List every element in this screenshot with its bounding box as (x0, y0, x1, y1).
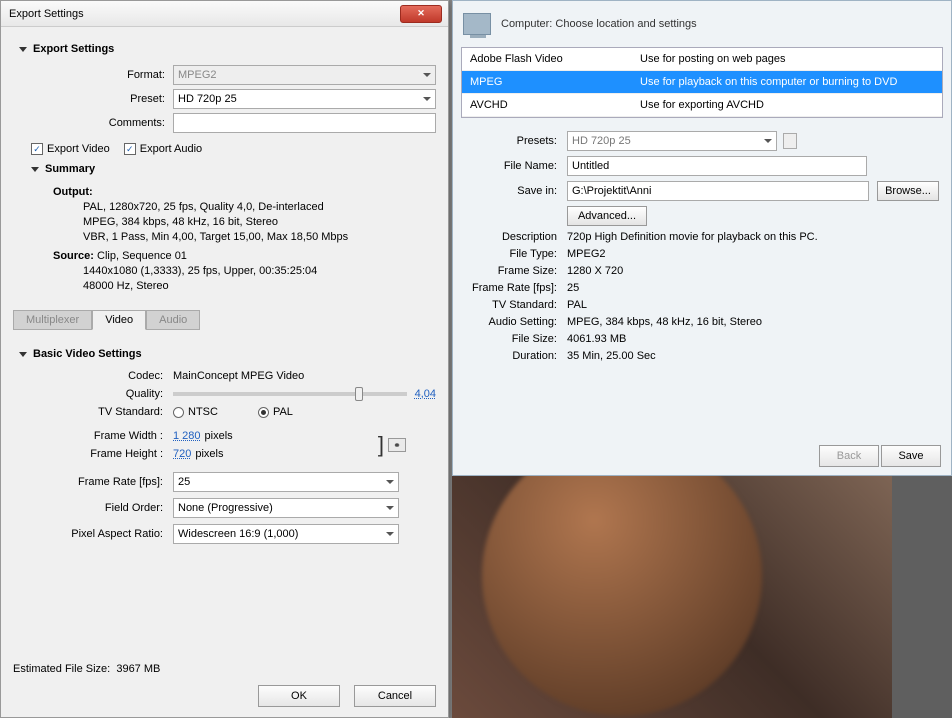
filesize-value: 4061.93 MB (567, 333, 626, 345)
framerate-dropdown[interactable]: 25 (173, 472, 399, 492)
framesize-label: Frame Size: (465, 265, 567, 277)
chevron-down-icon (386, 480, 394, 484)
comments-input[interactable] (173, 113, 436, 133)
fieldorder-dropdown[interactable]: None (Progressive) (173, 498, 399, 518)
tab-audio[interactable]: Audio (146, 310, 200, 330)
quality-slider[interactable] (173, 392, 407, 396)
audio-value: MPEG, 384 kbps, 48 kHz, 16 bit, Stereo (567, 316, 762, 328)
duration-value: 35 Min, 25.00 Sec (567, 350, 656, 362)
computer-icon (463, 13, 491, 35)
framerate-label: Frame Rate [fps]: (13, 476, 173, 488)
export-video-checkbox[interactable]: ✓Export Video (31, 143, 110, 155)
source-text: 1440x1080 (1,3333), 25 fps, Upper, 00:35… (83, 264, 436, 294)
description-value: 720p High Definition movie for playback … (567, 231, 818, 243)
chevron-down-icon (19, 352, 27, 357)
tab-video[interactable]: Video (92, 310, 146, 330)
chevron-down-icon (423, 97, 431, 101)
format-dropdown[interactable]: MPEG2 (173, 65, 436, 85)
output-label: Output: (53, 185, 436, 200)
frame-height-label: Frame Height : (13, 448, 173, 460)
format-row-flash[interactable]: Adobe Flash VideoUse for posting on web … (462, 48, 942, 71)
export-settings-dialog: Export Settings ✕ Export Settings Format… (0, 0, 449, 718)
chevron-down-icon (386, 506, 394, 510)
estimated-filesize: Estimated File Size: 3967 MB (13, 663, 436, 675)
preview-image (452, 476, 952, 718)
chevron-down-icon (386, 532, 394, 536)
savein-input[interactable] (567, 181, 869, 201)
cancel-button[interactable]: Cancel (354, 685, 436, 707)
export-settings-section[interactable]: Export Settings (19, 43, 436, 55)
basic-video-section[interactable]: Basic Video Settings (19, 348, 436, 360)
filetype-label: File Type: (465, 248, 567, 260)
link-icon[interactable]: ⚭ (388, 438, 406, 452)
pal-radio[interactable]: PAL (258, 406, 293, 418)
panel-header: Computer: Choose location and settings (453, 1, 951, 47)
framesize-value: 1280 X 720 (567, 265, 623, 277)
titlebar[interactable]: Export Settings ✕ (1, 1, 448, 27)
par-label: Pixel Aspect Ratio: (13, 528, 173, 540)
quality-label: Quality: (13, 388, 173, 400)
close-button[interactable]: ✕ (400, 5, 442, 23)
comments-label: Comments: (13, 117, 173, 129)
output-text: PAL, 1280x720, 25 fps, Quality 4,0, De-i… (83, 200, 436, 245)
format-list: Adobe Flash VideoUse for posting on web … (461, 47, 943, 118)
preset-dropdown[interactable]: HD 720p 25 (173, 89, 436, 109)
tvstandard-value: PAL (567, 299, 587, 311)
bracket-icon: ] (378, 432, 384, 458)
description-label: Description (465, 231, 567, 243)
framerate-value: 25 (567, 282, 579, 294)
frame-width-value[interactable]: 1 280 (173, 430, 201, 442)
filetype-value: MPEG2 (567, 248, 606, 260)
window-title: Export Settings (7, 8, 400, 20)
framerate-label: Frame Rate [fps]: (465, 282, 567, 294)
computer-panel: Computer: Choose location and settings A… (452, 0, 952, 476)
tab-multiplexer[interactable]: Multiplexer (13, 310, 92, 330)
audio-label: Audio Setting: (465, 316, 567, 328)
tvstandard-label: TV Standard: (465, 299, 567, 311)
browse-button[interactable]: Browse... (877, 181, 939, 201)
filename-input[interactable] (567, 156, 867, 176)
filename-label: File Name: (465, 160, 567, 172)
fieldorder-label: Field Order: (13, 502, 173, 514)
duration-label: Duration: (465, 350, 567, 362)
preset-label: Preset: (13, 93, 173, 105)
back-button[interactable]: Back (819, 445, 879, 467)
savein-label: Save in: (465, 185, 567, 197)
save-button[interactable]: Save (881, 445, 941, 467)
chevron-down-icon (423, 73, 431, 77)
tab-bar: Multiplexer Video Audio (13, 310, 436, 330)
format-row-avchd[interactable]: AVCHDUse for exporting AVCHD (462, 94, 942, 117)
source-label: Source: (53, 250, 94, 262)
codec-label: Codec: (13, 370, 173, 382)
format-label: Format: (13, 69, 173, 81)
export-audio-checkbox[interactable]: ✓Export Audio (124, 143, 202, 155)
quality-value[interactable]: 4,04 (415, 388, 436, 400)
chevron-down-icon (19, 47, 27, 52)
trash-icon[interactable] (783, 133, 797, 149)
frame-height-value[interactable]: 720 (173, 448, 191, 460)
advanced-button[interactable]: Advanced... (567, 206, 647, 226)
frame-width-label: Frame Width : (13, 430, 173, 442)
codec-value: MainConcept MPEG Video (173, 370, 304, 382)
filesize-label: File Size: (465, 333, 567, 345)
chevron-down-icon (31, 167, 39, 172)
tvstandard-label: TV Standard: (13, 406, 173, 418)
presets-label: Presets: (465, 135, 567, 147)
format-row-mpeg[interactable]: MPEGUse for playback on this computer or… (462, 71, 942, 94)
summary-section[interactable]: Summary (31, 163, 436, 175)
ok-button[interactable]: OK (258, 685, 340, 707)
par-dropdown[interactable]: Widescreen 16:9 (1,000) (173, 524, 399, 544)
chevron-down-icon (764, 139, 772, 143)
ntsc-radio[interactable]: NTSC (173, 406, 218, 418)
presets-dropdown[interactable]: HD 720p 25 (567, 131, 777, 151)
